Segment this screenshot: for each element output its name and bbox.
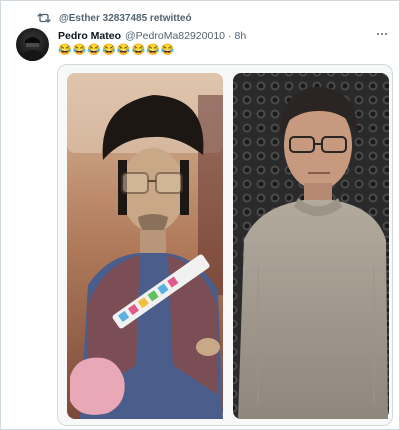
tweet-timestamp[interactable]: 8h [235, 30, 247, 42]
separator-dot: · [228, 30, 232, 42]
avatar[interactable] [16, 28, 49, 61]
author-row: Pedro Mateo @PedroMa82920010 · 8h [58, 29, 387, 43]
more-dot-icon [377, 33, 379, 35]
retweet-icon [37, 12, 51, 24]
retweet-text[interactable]: @Esther 32837485 retwitteó [59, 13, 192, 24]
tweet-text: 😂😂😂😂😂😂😂😂 [58, 44, 176, 56]
retweet-indicator: @Esther 32837485 retwitteó [37, 10, 192, 26]
tweet-card[interactable]: @Esther 32837485 retwitteó Pedro Mateo @… [0, 0, 400, 430]
more-options-button[interactable] [373, 27, 391, 41]
left-photo[interactable] [67, 73, 223, 419]
author-display-name[interactable]: Pedro Mateo [58, 30, 121, 42]
more-dot-icon [385, 33, 387, 35]
tweet-media[interactable] [57, 64, 393, 426]
more-dot-icon [381, 33, 383, 35]
right-photo[interactable] [233, 73, 389, 419]
author-handle[interactable]: @PedroMa82920010 [125, 30, 225, 42]
